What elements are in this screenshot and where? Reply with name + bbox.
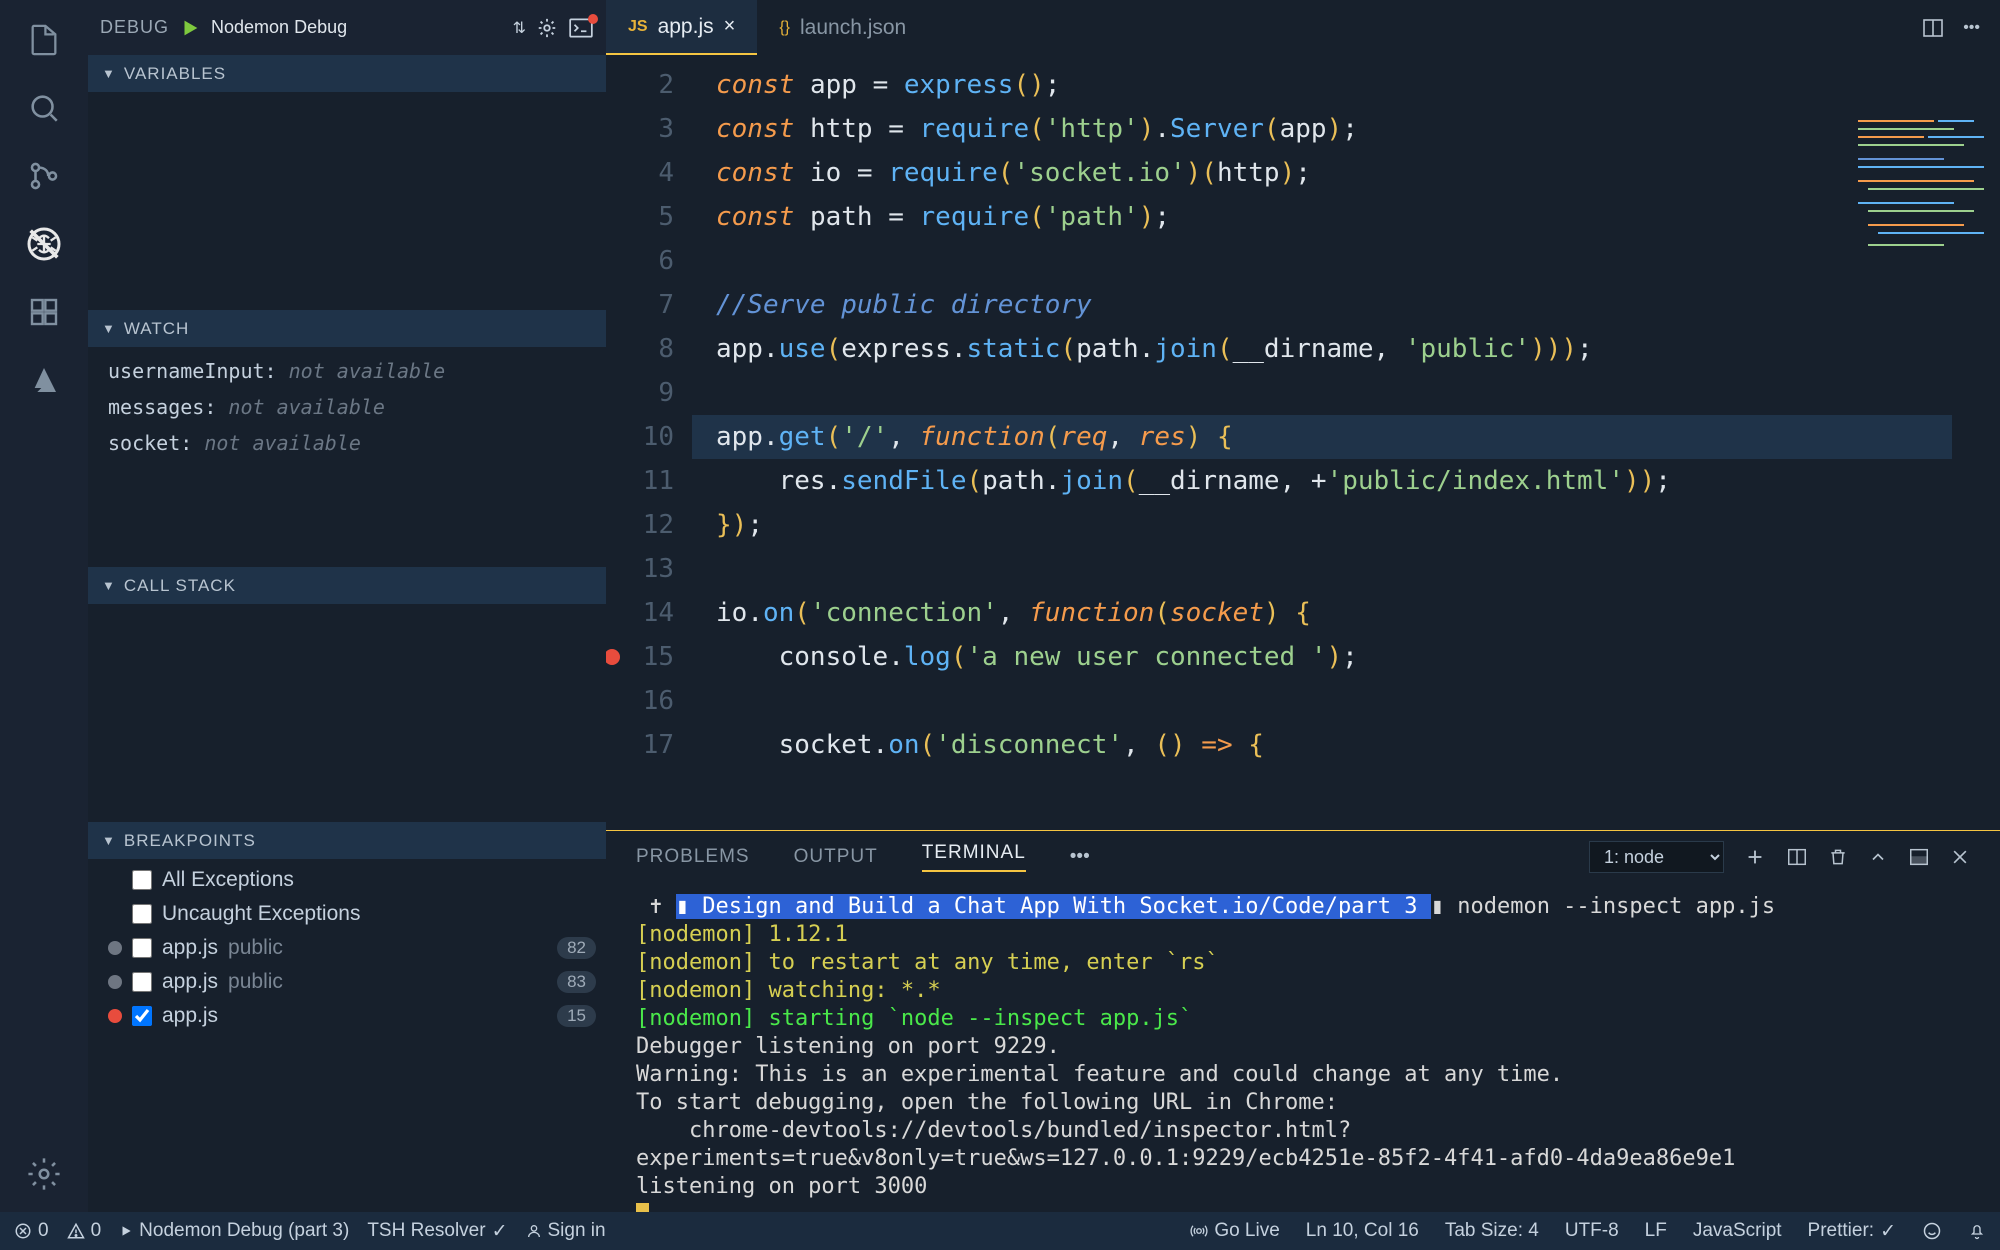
watch-item[interactable]: socket: not available [88, 425, 606, 461]
watch-item[interactable]: messages: not available [88, 389, 606, 425]
chevron-down-icon: ▼ [102, 66, 116, 81]
debug-console-icon[interactable] [568, 17, 594, 39]
panel-tabs: PROBLEMS OUTPUT TERMINAL ••• 1: node [606, 831, 2000, 883]
status-warnings[interactable]: 0 [67, 1220, 102, 1242]
status-eol[interactable]: LF [1645, 1220, 1667, 1242]
bp-item[interactable]: app.js15 [88, 999, 606, 1033]
chevron-up-icon[interactable] [1868, 847, 1888, 867]
split-editor-icon[interactable] [1921, 16, 1945, 40]
search-icon[interactable] [24, 88, 64, 128]
status-position[interactable]: Ln 10, Col 16 [1306, 1220, 1419, 1242]
callstack-body [88, 604, 606, 822]
variables-header[interactable]: ▼VARIABLES [88, 55, 606, 92]
code-editor[interactable]: 234567891011121314151617 const app = exp… [606, 55, 2000, 830]
minimap[interactable] [1854, 115, 1994, 305]
status-tabsize[interactable]: Tab Size: 4 [1445, 1220, 1539, 1242]
extensions-icon[interactable] [24, 292, 64, 332]
variables-body [88, 92, 606, 310]
chevron-down-icon: ▼ [102, 578, 116, 593]
tab-launch-json[interactable]: {}launch.json [757, 0, 928, 55]
status-resolver[interactable]: TSH Resolver ✓ [367, 1220, 507, 1243]
status-feedback-icon[interactable] [1922, 1221, 1942, 1241]
more-icon[interactable]: ••• [1963, 19, 1980, 37]
debug-icon[interactable] [24, 224, 64, 264]
status-errors[interactable]: 0 [14, 1220, 49, 1242]
tab-problems[interactable]: PROBLEMS [636, 846, 750, 868]
editor-group: JSapp.js× {}launch.json ••• 234567891011… [606, 0, 2000, 1250]
status-signin[interactable]: Sign in [526, 1220, 606, 1242]
bp-dot-icon [108, 941, 122, 955]
status-prettier[interactable]: Prettier: ✓ [1808, 1220, 1896, 1243]
source-control-icon[interactable] [24, 156, 64, 196]
line-gutter: 234567891011121314151617 [606, 55, 692, 830]
tab-app-js[interactable]: JSapp.js× [606, 0, 757, 55]
bp-dot-icon [108, 975, 122, 989]
close-panel-icon[interactable] [1950, 847, 1970, 867]
bp-item[interactable]: app.jspublic82 [88, 931, 606, 965]
breakpoints-body: All Exceptions Uncaught Exceptions app.j… [88, 859, 606, 1037]
azure-icon[interactable] [24, 360, 64, 400]
tab-output[interactable]: OUTPUT [794, 846, 878, 868]
chevron-down-icon: ▼ [102, 833, 116, 848]
status-encoding[interactable]: UTF-8 [1565, 1220, 1619, 1242]
split-terminal-icon[interactable] [1786, 846, 1808, 868]
debug-sidebar: DEBUG Nodemon Debug ⇅ ▼VARIABLES ▼WATCH … [88, 0, 606, 1250]
watch-body: usernameInput: not available messages: n… [88, 347, 606, 467]
tab-terminal[interactable]: TERMINAL [922, 842, 1026, 872]
debug-settings-icon[interactable] [536, 17, 558, 39]
start-debug-icon[interactable] [179, 17, 201, 39]
watch-header[interactable]: ▼WATCH [88, 310, 606, 347]
terminal-select[interactable]: 1: node [1589, 841, 1724, 873]
kill-terminal-icon[interactable] [1828, 846, 1848, 868]
settings-gear-icon[interactable] [24, 1154, 64, 1194]
bp-checkbox[interactable] [132, 870, 152, 890]
debug-label: DEBUG [100, 17, 169, 38]
status-bar: 0 0 Nodemon Debug (part 3) TSH Resolver … [0, 1212, 2000, 1250]
bp-checkbox[interactable] [132, 972, 152, 992]
chevron-down-icon: ▼ [102, 321, 116, 336]
editor-tabs: JSapp.js× {}launch.json ••• [606, 0, 2000, 55]
maximize-panel-icon[interactable] [1908, 846, 1930, 868]
status-golive[interactable]: Go Live [1190, 1220, 1279, 1242]
bp-item[interactable]: app.jspublic83 [88, 965, 606, 999]
bp-checkbox[interactable] [132, 904, 152, 924]
status-debug[interactable]: Nodemon Debug (part 3) [119, 1220, 349, 1242]
json-icon: {} [779, 19, 790, 37]
explorer-icon[interactable] [24, 20, 64, 60]
callstack-header[interactable]: ▼CALL STACK [88, 567, 606, 604]
bp-uncaught-exceptions[interactable]: Uncaught Exceptions [88, 897, 606, 931]
breakpoints-header[interactable]: ▼BREAKPOINTS [88, 822, 606, 859]
status-language[interactable]: JavaScript [1693, 1220, 1782, 1242]
status-bell-icon[interactable] [1968, 1222, 1986, 1240]
activity-bar [0, 0, 88, 1250]
debug-config-name[interactable]: Nodemon Debug [211, 17, 503, 38]
bp-dot-active-icon [108, 1009, 122, 1023]
debug-toolbar: DEBUG Nodemon Debug ⇅ [88, 0, 606, 55]
close-icon[interactable]: × [724, 15, 736, 38]
config-chevrons-icon[interactable]: ⇅ [513, 18, 526, 38]
bp-checkbox[interactable] [132, 1006, 152, 1026]
code-area[interactable]: const app = express();const http = requi… [692, 55, 2000, 830]
bp-all-exceptions[interactable]: All Exceptions [88, 863, 606, 897]
new-terminal-icon[interactable] [1744, 846, 1766, 868]
panel-more-icon[interactable]: ••• [1070, 846, 1090, 868]
bp-checkbox[interactable] [132, 938, 152, 958]
watch-item[interactable]: usernameInput: not available [88, 353, 606, 389]
js-icon: JS [628, 18, 648, 36]
terminal-output[interactable]: ✝ ▮ Design and Build a Chat App With Soc… [606, 883, 2000, 1250]
bottom-panel: PROBLEMS OUTPUT TERMINAL ••• 1: node ✝ ▮… [606, 830, 2000, 1250]
